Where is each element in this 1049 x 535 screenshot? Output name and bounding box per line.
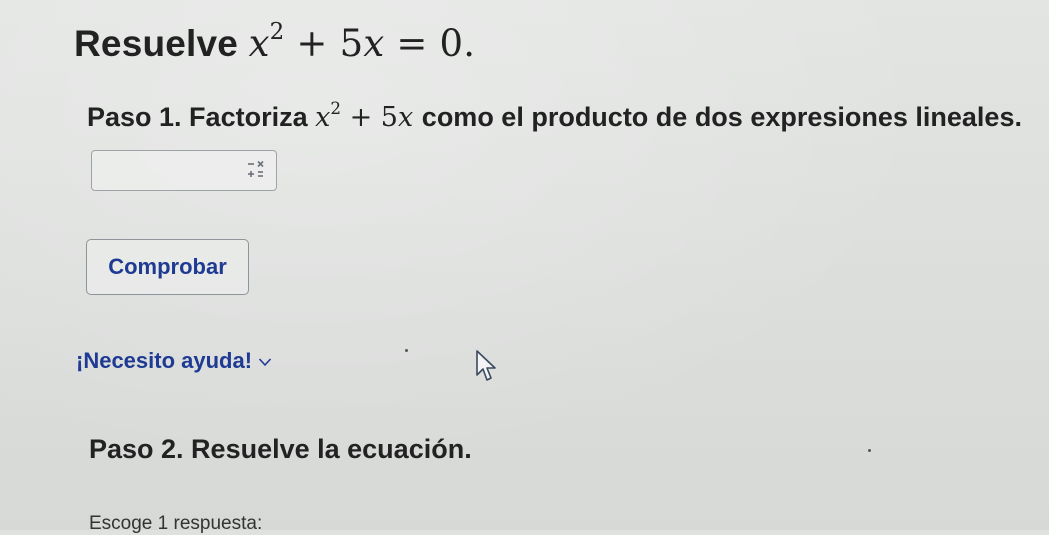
equation-var: x	[248, 22, 270, 65]
equation-middle: + 5	[284, 22, 364, 65]
math-keypad-icon[interactable]	[246, 160, 266, 180]
screen-speck	[868, 449, 871, 452]
step-1-suffix: como el producto de dos expresiones line…	[421, 102, 1022, 132]
expr-exponent: 2	[330, 97, 341, 118]
problem-prefix: Resuelve	[74, 23, 239, 64]
help-label: ¡Necesito ayuda!	[76, 348, 253, 373]
factor-answer-input[interactable]	[92, 151, 246, 191]
equation-exponent: 2	[269, 19, 285, 46]
help-toggle[interactable]: ¡Necesito ayuda!	[76, 348, 272, 374]
problem-title: Resuelve x2 + 5x = 0.	[74, 19, 476, 65]
check-button[interactable]: Comprobar	[86, 239, 249, 295]
factor-answer-box[interactable]	[91, 150, 277, 191]
step-1-instruction: Paso 1. Factoriza x2 + 5x como el produc…	[87, 98, 1022, 134]
chevron-down-icon	[258, 358, 272, 367]
step-1-expression: x2 + 5x	[315, 98, 422, 134]
expr-var: x	[315, 102, 331, 133]
answer-count-hint: Escoge 1 respuesta:	[89, 513, 263, 534]
mouse-cursor-icon	[476, 350, 496, 381]
equation-var-2: x	[363, 22, 385, 65]
step-1-prefix: Paso 1. Factoriza	[87, 102, 308, 132]
problem-equation: x2 + 5x = 0.	[248, 19, 476, 65]
equation-rhs: = 0.	[384, 22, 476, 65]
screen-speck	[405, 349, 408, 352]
step-2-instruction: Paso 2. Resuelve la ecuación.	[89, 434, 472, 464]
expr-var-2: x	[397, 102, 414, 133]
expr-middle: + 5	[341, 102, 398, 133]
screen: Resuelve x2 + 5x = 0. Paso 1. Factoriza …	[0, 0, 1049, 534]
